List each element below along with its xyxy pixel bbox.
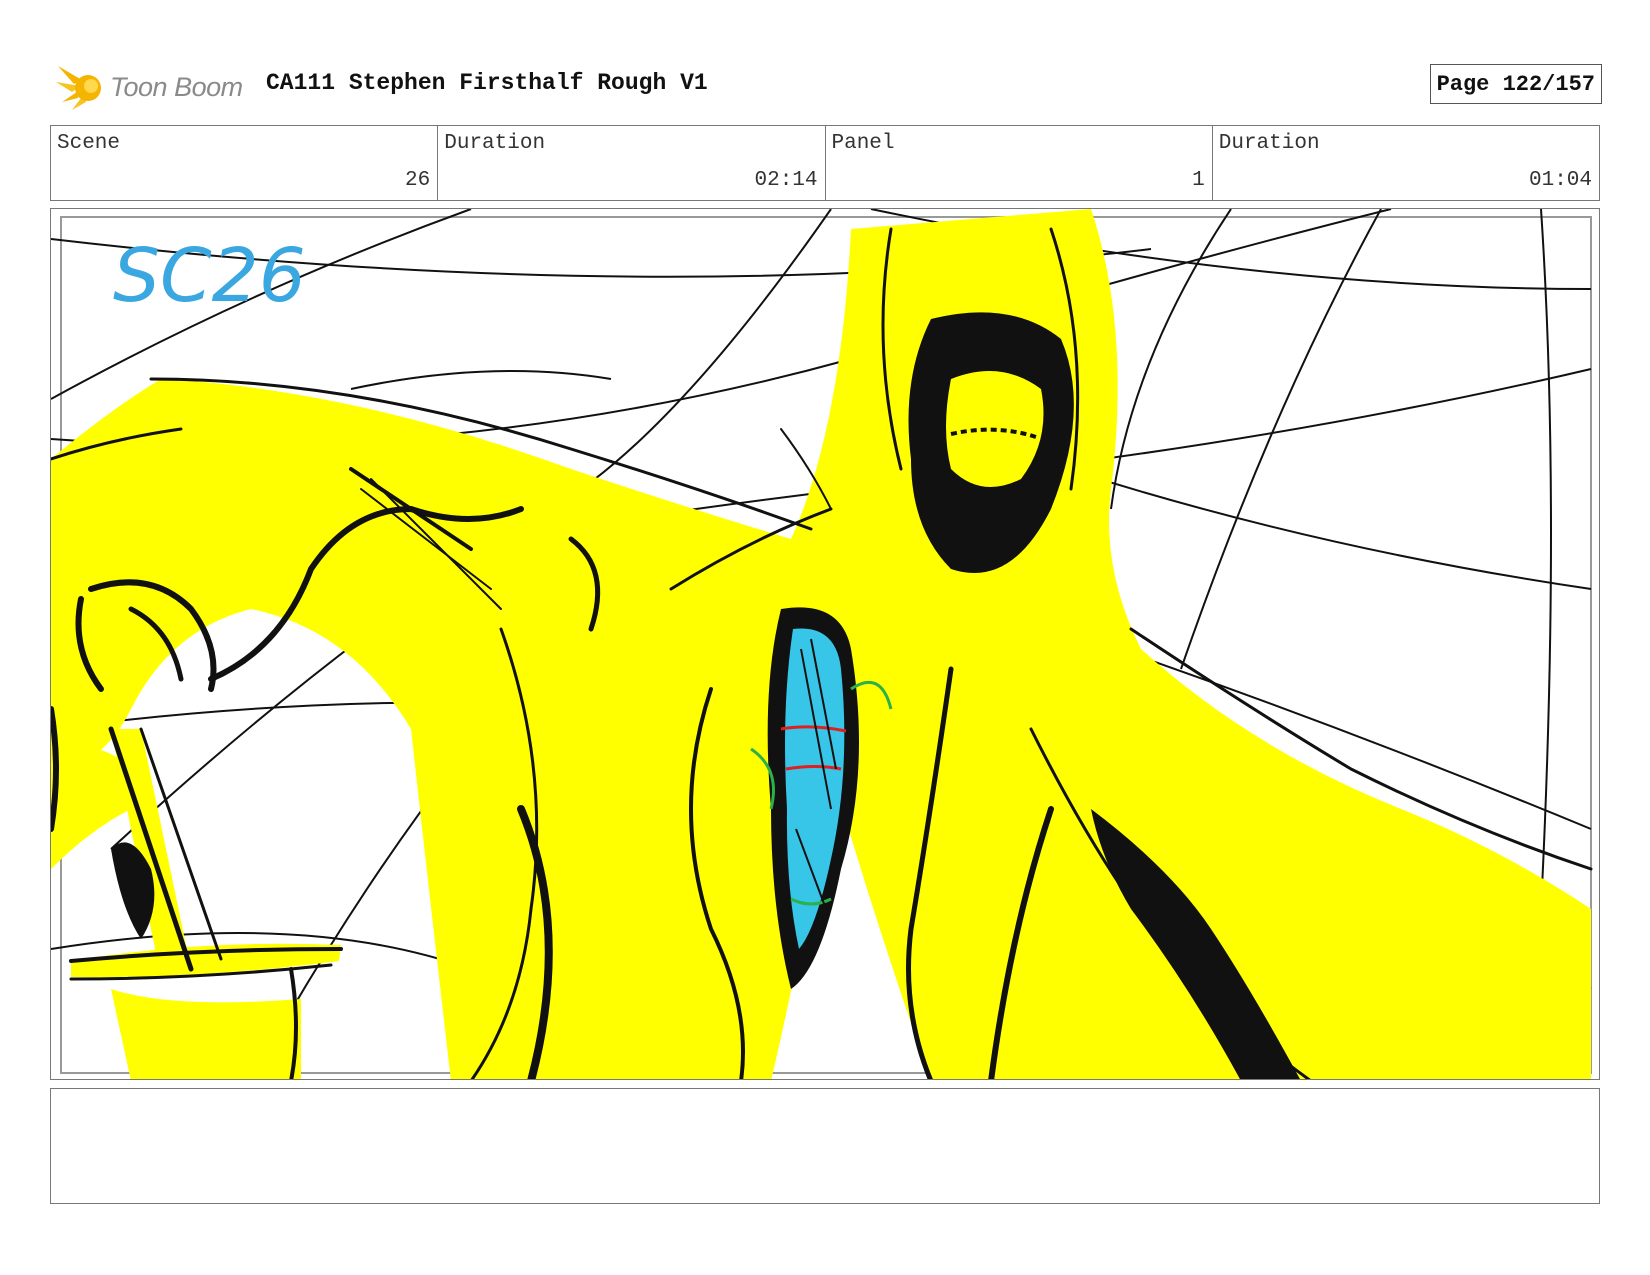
scene-cell: Scene 26 — [51, 126, 437, 200]
panel-duration-value: 01:04 — [1528, 169, 1592, 192]
toon-boom-logo: Toon Boom — [54, 60, 250, 112]
scene-value: 26 — [405, 169, 431, 192]
logo-text: Toon Boom — [110, 72, 243, 102]
starburst-icon — [56, 66, 101, 110]
panel-duration-label: Duration — [1218, 132, 1320, 155]
panel-cell: Panel 1 — [824, 126, 1212, 200]
storyboard-header: Toon Boom CA111 Stephen Firsthalf Rough … — [50, 56, 1602, 112]
panel-caption-box — [50, 1088, 1600, 1204]
panel-duration-cell: Duration 01:04 — [1211, 126, 1599, 200]
storyboard-panel-image: SC26 — [50, 208, 1600, 1080]
document-title: CA111 Stephen Firsthalf Rough V1 — [266, 70, 708, 96]
panel-info-row: Scene 26 Duration 02:14 Panel 1 Duration… — [50, 125, 1600, 201]
page-number-badge: Page 122/157 — [1429, 64, 1602, 104]
scene-duration-label: Duration — [444, 132, 546, 155]
scene-label: Scene — [57, 132, 121, 155]
handwritten-scene-note: SC26 — [113, 233, 306, 319]
panel-label: Panel — [831, 132, 895, 155]
panel-value: 1 — [1192, 169, 1205, 192]
scene-duration-cell: Duration 02:14 — [437, 126, 824, 200]
sketch-drawing: SC26 — [51, 209, 1593, 1079]
scene-duration-value: 02:14 — [754, 169, 818, 192]
